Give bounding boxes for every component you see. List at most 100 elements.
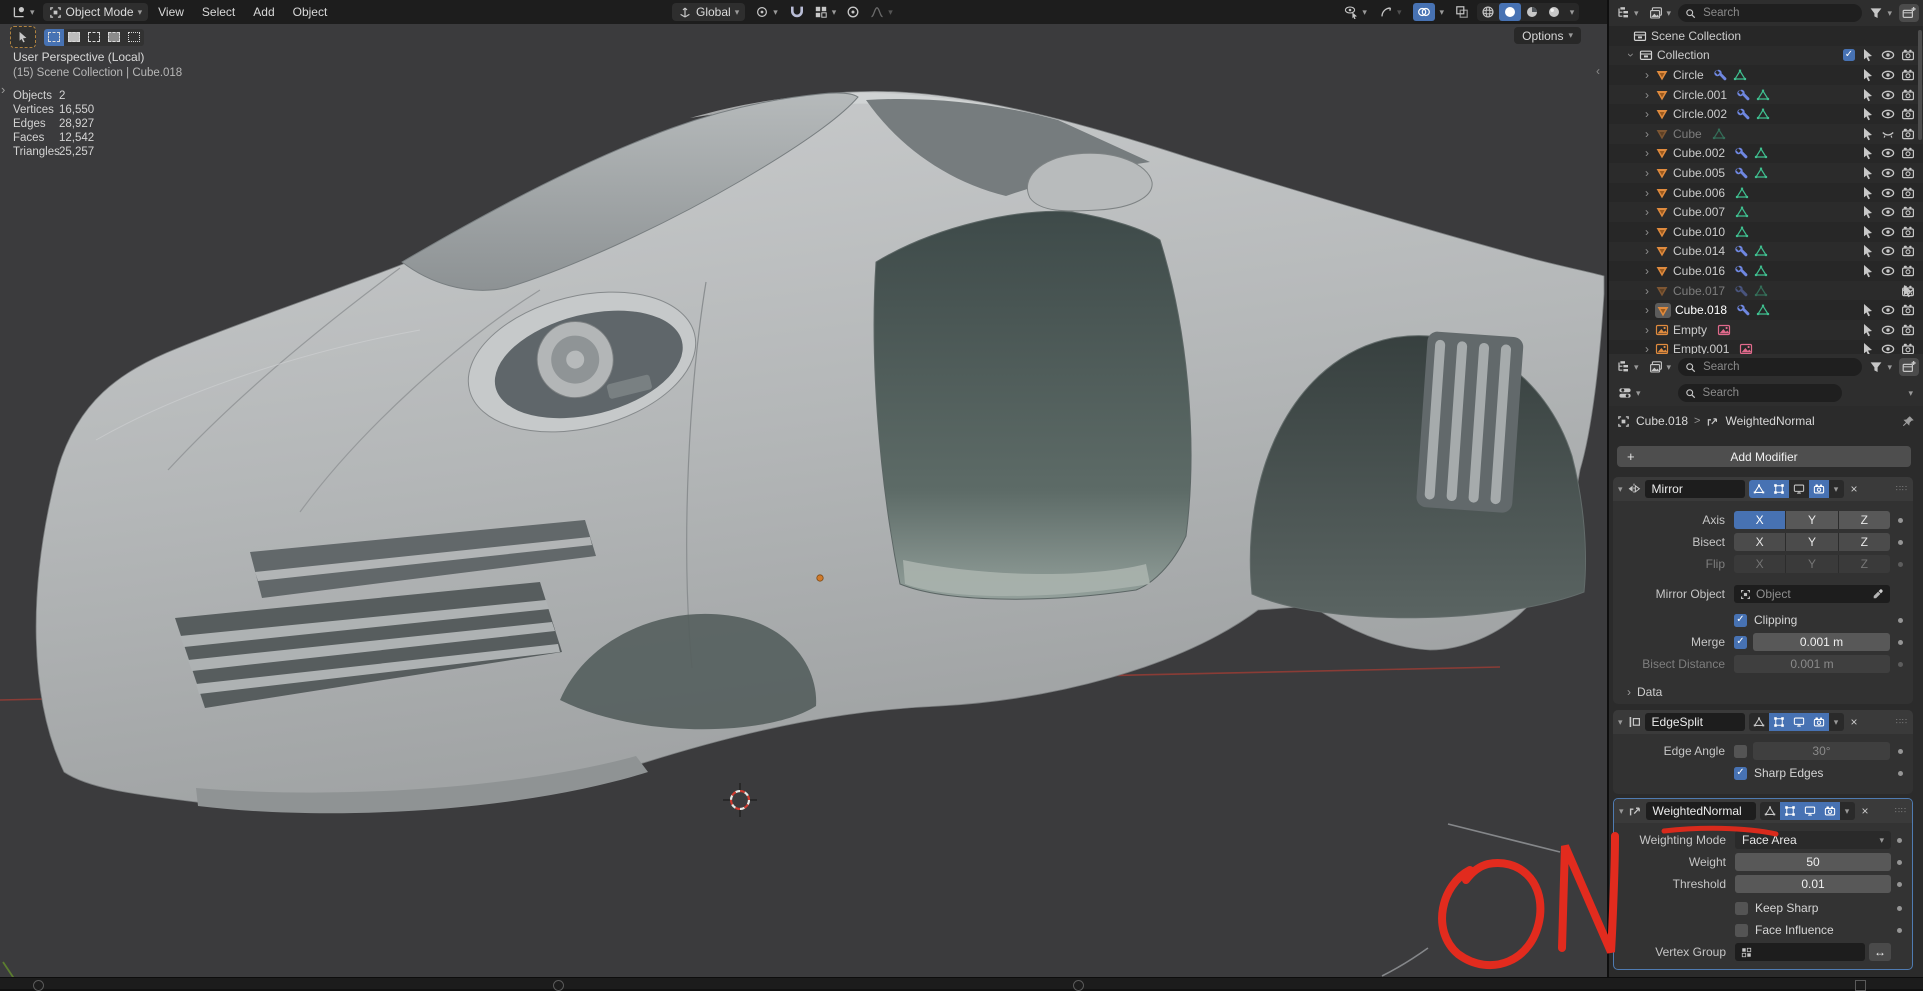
animate-dot[interactable] <box>1898 539 1903 545</box>
realtime-display-toggle[interactable] <box>1788 713 1809 731</box>
keep-sharp-checkbox[interactable] <box>1735 901 1748 915</box>
selectable-icon[interactable] <box>1861 107 1875 121</box>
merge-checkbox[interactable]: ✓ <box>1734 635 1747 649</box>
active-tool-button[interactable] <box>10 26 36 48</box>
disable-render-camera-icon[interactable] <box>1901 323 1915 337</box>
filter-button[interactable]: ▾ <box>1866 4 1895 22</box>
expand-icon[interactable]: › <box>1639 88 1655 102</box>
3d-viewport[interactable]: ▾ Object Mode ▾ View Select Add Object G… <box>0 0 1607 977</box>
outliner-row-object[interactable]: › Cube.014 <box>1609 241 1923 262</box>
axis-y-button[interactable]: Y <box>1786 511 1839 529</box>
edit-mode-display-toggle[interactable] <box>1779 802 1800 820</box>
expand-icon[interactable]: › <box>1639 264 1655 278</box>
mirror-object-field[interactable]: Object <box>1734 585 1890 603</box>
mode-selector[interactable]: Object Mode ▾ <box>42 3 149 21</box>
hide-viewport-eye-icon[interactable] <box>1881 48 1895 62</box>
animate-dot[interactable] <box>1897 905 1902 911</box>
edit-mode-display-toggle[interactable] <box>1768 480 1789 498</box>
toolbar-expand-arrow[interactable]: › <box>1 82 5 97</box>
weighting-mode-dropdown[interactable]: Face Area ▾ <box>1735 831 1891 849</box>
expand-icon[interactable]: › <box>1639 186 1655 200</box>
expand-icon[interactable]: › <box>1639 166 1655 180</box>
expand-icon[interactable]: › <box>1639 127 1655 141</box>
hide-viewport-eye-icon[interactable] <box>1881 68 1895 82</box>
disable-render-camera-icon[interactable] <box>1901 107 1915 121</box>
eyedropper-icon[interactable] <box>1872 588 1884 600</box>
outliner-search-input[interactable] <box>1701 360 1856 374</box>
axis-z-button[interactable]: Z <box>1838 511 1890 529</box>
outliner-row-object[interactable]: › Cube.017 <box>1609 280 1923 301</box>
selectable-icon[interactable] <box>1861 303 1875 317</box>
add-modifier-button[interactable]: + Add Modifier <box>1617 446 1911 467</box>
disable-render-camera-icon[interactable] <box>1901 186 1915 200</box>
shading-solid-button[interactable] <box>1499 3 1521 21</box>
modifier-name-field[interactable]: EdgeSplit <box>1644 713 1745 731</box>
axis-x-button[interactable]: X <box>1734 511 1787 529</box>
animate-dot[interactable] <box>1897 859 1902 865</box>
edit-mode-cage-toggle[interactable] <box>1749 713 1769 731</box>
shading-material-button[interactable] <box>1521 3 1543 21</box>
expand-icon[interactable]: › <box>1639 342 1655 354</box>
realtime-display-toggle[interactable] <box>1799 802 1820 820</box>
outliner-row-empty[interactable]: › Empty.001 <box>1609 340 1923 354</box>
display-mode-button[interactable]: ▾ <box>1646 358 1675 376</box>
merge-value-field[interactable]: 0.001 m <box>1753 633 1890 651</box>
shading-wireframe-button[interactable] <box>1477 3 1499 21</box>
properties-search-input[interactable] <box>1700 386 1835 400</box>
outliner-row-object[interactable]: › Circle <box>1609 65 1923 85</box>
outliner-row-empty[interactable]: › Empty <box>1609 319 1923 340</box>
disable-render-camera-icon[interactable] <box>1901 303 1915 317</box>
selectable-icon[interactable] <box>1861 146 1875 160</box>
realtime-display-toggle[interactable] <box>1789 480 1809 498</box>
disable-render-camera-icon[interactable] <box>1901 146 1915 160</box>
outliner-search-input[interactable] <box>1701 6 1856 20</box>
menu-add[interactable]: Add <box>245 5 282 19</box>
sidebar-expand-arrow[interactable]: ‹ <box>1596 64 1600 78</box>
hide-viewport-eye-icon[interactable] <box>1881 342 1895 354</box>
editor-type-button[interactable]: ▾ <box>6 3 41 21</box>
delete-modifier-button[interactable]: × <box>1859 804 1872 818</box>
snap-toggle[interactable] <box>788 3 806 21</box>
face-influence-checkbox[interactable] <box>1735 923 1748 937</box>
animate-dot[interactable] <box>1897 927 1902 933</box>
selectable-icon[interactable] <box>1861 68 1875 82</box>
expand-icon[interactable]: › <box>1639 244 1655 258</box>
select-mode-intersect-button[interactable] <box>124 29 144 46</box>
animate-dot[interactable] <box>1898 770 1903 776</box>
modifier-extras-dropdown[interactable]: ▾ <box>1829 480 1844 498</box>
outliner-row-object[interactable]: › Cube <box>1609 123 1923 144</box>
drag-handle-icon[interactable]: ∷∷ <box>1896 718 1908 726</box>
modifier-extras-dropdown[interactable]: ▾ <box>1829 713 1844 731</box>
disable-render-camera-icon[interactable] <box>1901 88 1915 102</box>
options-button[interactable]: Options ▾ <box>1514 27 1581 44</box>
hide-viewport-eye-closed-icon[interactable] <box>1881 127 1895 141</box>
expand-icon[interactable]: › <box>1639 303 1655 317</box>
selectable-icon[interactable] <box>1861 127 1875 141</box>
collapse-icon[interactable]: ▾ <box>1619 806 1624 816</box>
selectable-icon[interactable] <box>1861 186 1875 200</box>
expand-icon[interactable]: › <box>1639 107 1655 121</box>
modifier-extras-dropdown[interactable]: ▾ <box>1840 802 1855 820</box>
transform-orientation-selector[interactable]: Global ▾ <box>672 3 746 21</box>
clipping-checkbox[interactable]: ✓ <box>1734 613 1747 627</box>
flip-z-button[interactable]: Z <box>1838 555 1890 573</box>
outliner-scrollbar[interactable] <box>1918 30 1922 140</box>
outliner-row-object[interactable]: › Cube.016 <box>1609 261 1923 281</box>
vertex-group-field[interactable] <box>1735 943 1865 961</box>
animate-dot[interactable] <box>1898 748 1903 754</box>
panel-divider[interactable] <box>1607 0 1609 977</box>
hide-viewport-eye-icon[interactable] <box>1881 88 1895 102</box>
disable-render-camera-icon[interactable] <box>1901 205 1915 219</box>
object-visibility-selector[interactable]: ▾ <box>1341 3 1370 21</box>
outliner-row-object[interactable]: › Cube.005 <box>1609 163 1923 183</box>
animate-dot[interactable] <box>1898 617 1903 623</box>
edit-mode-display-toggle[interactable] <box>1768 713 1789 731</box>
filter-button[interactable]: ▾ <box>1866 358 1895 376</box>
selectable-icon[interactable] <box>1861 264 1875 278</box>
flip-x-button[interactable]: X <box>1734 555 1787 573</box>
editor-type-button[interactable]: ▾ <box>1613 4 1642 22</box>
selectable-icon[interactable] <box>1861 48 1875 62</box>
disable-render-camera-icon[interactable] <box>1901 68 1915 82</box>
expand-icon[interactable]: › <box>1639 146 1655 160</box>
threshold-field[interactable]: 0.01 <box>1735 875 1891 893</box>
